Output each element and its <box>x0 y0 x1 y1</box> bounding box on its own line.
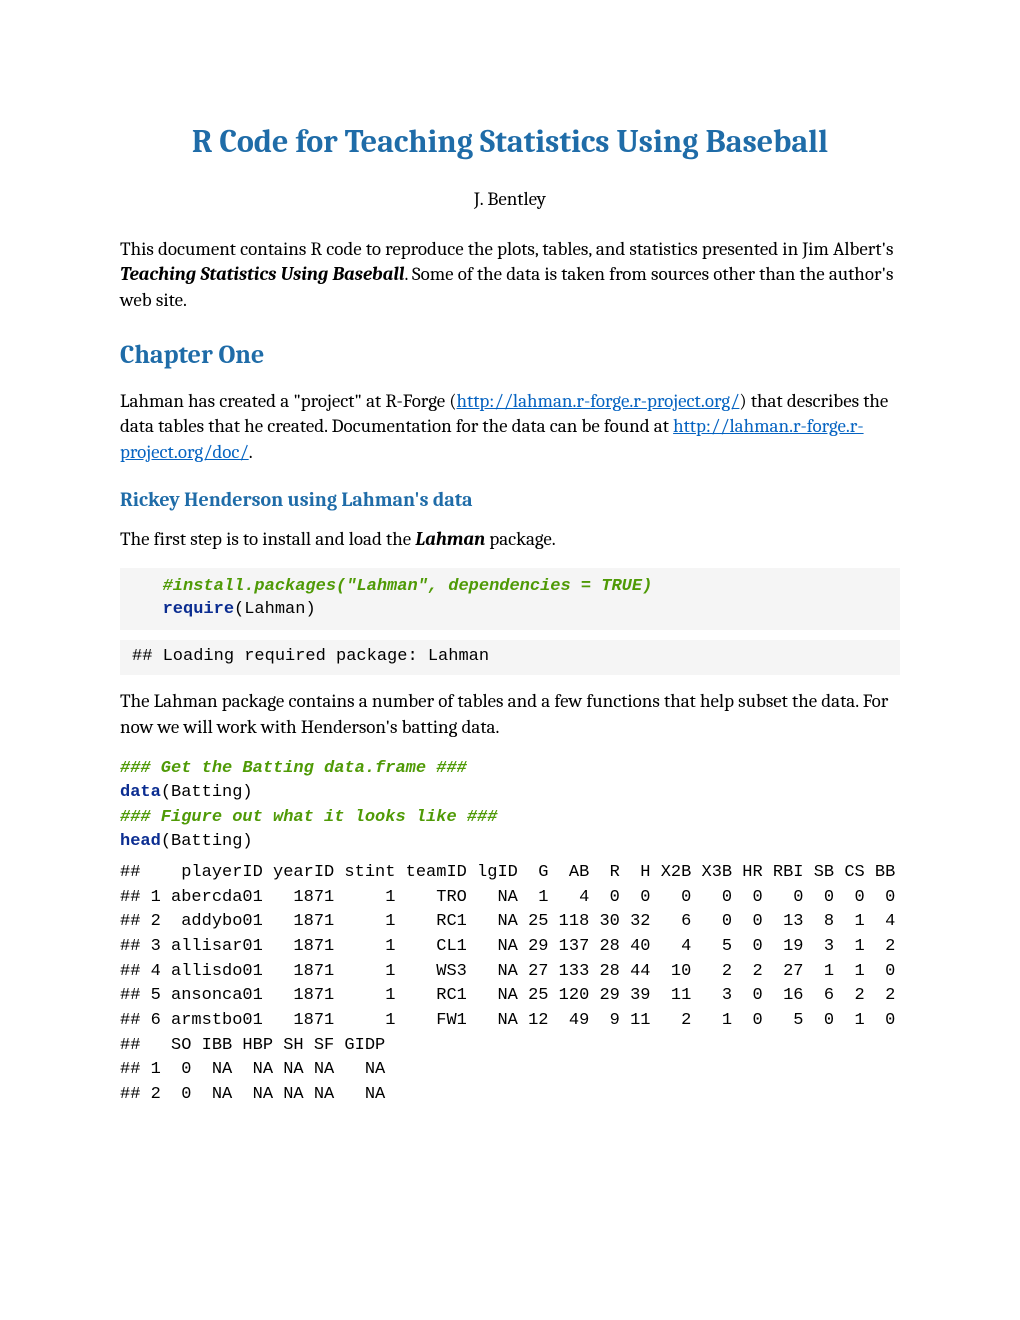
p1-text-3: . <box>249 441 253 463</box>
chapter-heading: Chapter One <box>120 338 900 373</box>
paragraph-3: The Lahman package contains a number of … <box>120 689 900 740</box>
document-title: R Code for Teaching Statistics Using Bas… <box>120 120 900 163</box>
code-comment-3: ### Figure out what it looks like ### <box>120 808 497 827</box>
code-output-1: ## Loading required package: Lahman <box>120 640 900 675</box>
code-args-data: (Batting) <box>161 783 253 802</box>
code-args-head: (Batting) <box>161 832 253 851</box>
code-block-2: ### Get the Batting data.frame ### data(… <box>120 757 900 856</box>
code-block-1: #install.packages("Lahman", dependencies… <box>120 568 900 630</box>
paragraph-1: Lahman has created a "project" at R-Forg… <box>120 389 900 466</box>
subsection-heading: Rickey Henderson using Lahman's data <box>120 486 900 513</box>
author: J. Bentley <box>120 187 900 213</box>
paragraph-2: The first step is to install and load th… <box>120 527 900 553</box>
code-keyword-head: head <box>120 832 161 851</box>
intro-paragraph: This document contains R code to reprodu… <box>120 237 900 314</box>
p2-text-1: The first step is to install and load th… <box>120 528 415 550</box>
intro-text-1: This document contains R code to reprodu… <box>120 238 893 260</box>
p1-text-1: Lahman has created a "project" at R-Forg… <box>120 390 457 412</box>
code-comment-2: ### Get the Batting data.frame ### <box>120 759 467 778</box>
code-keyword: require <box>163 600 234 619</box>
code-args: (Lahman) <box>234 600 316 619</box>
code-output-2: ## playerID yearID stint teamID lgID G A… <box>120 861 900 1107</box>
book-title: Teaching Statistics Using Baseball <box>120 263 404 285</box>
code-comment: #install.packages("Lahman", dependencies… <box>163 577 653 596</box>
p2-text-2: package. <box>485 528 556 550</box>
package-name: Lahman <box>415 528 485 550</box>
code-keyword-data: data <box>120 783 161 802</box>
link-rforge[interactable]: http://lahman.r-forge.r-project.org/ <box>457 390 740 412</box>
